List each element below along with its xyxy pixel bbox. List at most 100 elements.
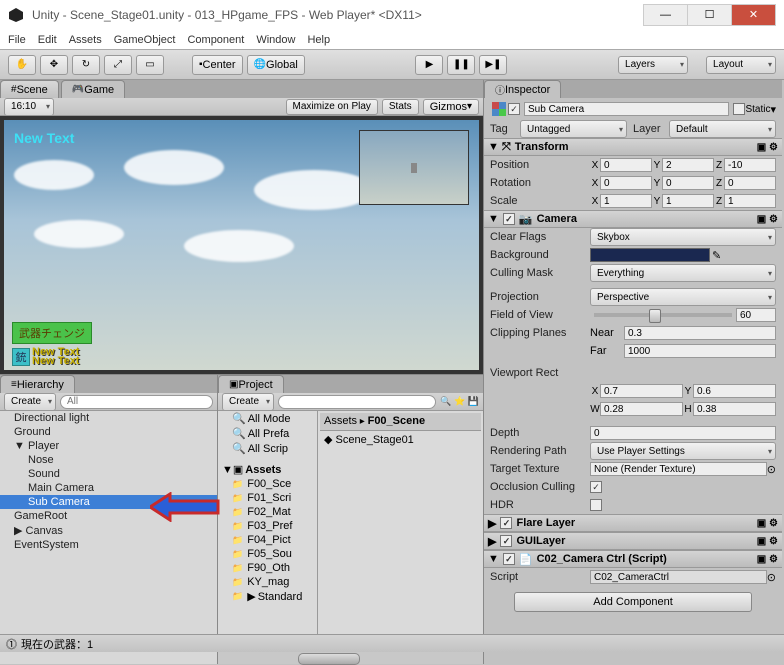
hierarchy-search[interactable]: [60, 395, 213, 409]
pos-z[interactable]: [724, 158, 776, 172]
near-field[interactable]: [624, 326, 776, 340]
pos-x[interactable]: [600, 158, 652, 172]
play-button[interactable]: ▶: [415, 55, 443, 75]
flarelayer-header[interactable]: ▶ Flare Layer▣ ⚙: [484, 514, 782, 532]
game-toolbar: 16:10 Maximize on Play Stats Gizmos ▾: [0, 98, 483, 116]
hierarchy-item[interactable]: Ground: [0, 425, 217, 439]
camera-header[interactable]: ▼ 📷 Camera▣ ⚙: [484, 210, 782, 228]
maximize-on-play[interactable]: Maximize on Play: [286, 99, 378, 115]
pivot-center-button[interactable]: ▪ Center: [192, 55, 243, 75]
layout-dropdown[interactable]: Layout: [706, 56, 776, 74]
asset-item[interactable]: ◆ Scene_Stage01: [320, 431, 481, 448]
layer-dropdown[interactable]: Default: [669, 120, 776, 138]
hierarchy-item[interactable]: Nose: [0, 453, 217, 467]
background-color[interactable]: [590, 248, 710, 262]
tab-inspector[interactable]: ⓘ Inspector: [484, 80, 561, 98]
hierarchy-list[interactable]: Directional light Ground ▼ Player Nose S…: [0, 411, 217, 664]
vp-x[interactable]: [600, 384, 683, 398]
gear-icon[interactable]: ▣ ⚙: [757, 214, 778, 225]
pivot-global-button[interactable]: 🌐 Global: [247, 55, 305, 75]
guilayer-header[interactable]: ▶ GUILayer▣ ⚙: [484, 532, 782, 550]
add-component-button[interactable]: Add Component: [514, 592, 752, 612]
rotate-tool[interactable]: ↻: [72, 55, 100, 75]
pos-y[interactable]: [662, 158, 714, 172]
layers-dropdown[interactable]: Layers: [618, 56, 688, 74]
projection-dropdown[interactable]: Perspective: [590, 288, 776, 306]
menu-component[interactable]: Component: [187, 34, 244, 46]
scale-tool[interactable]: ⤢: [104, 55, 132, 75]
move-tool[interactable]: ✥: [40, 55, 68, 75]
rot-x[interactable]: [600, 176, 652, 190]
rot-z[interactable]: [724, 176, 776, 190]
menu-file[interactable]: File: [8, 34, 26, 46]
sub-camera-preview: [359, 130, 469, 205]
gear-icon[interactable]: ▣ ⚙: [757, 554, 778, 565]
tab-hierarchy[interactable]: ≡ Hierarchy: [0, 375, 75, 393]
gear-icon[interactable]: ▣ ⚙: [757, 518, 778, 529]
weapon-icon: 銃: [12, 348, 30, 366]
tab-project[interactable]: ▣ Project: [218, 375, 284, 393]
menu-help[interactable]: Help: [307, 34, 330, 46]
breadcrumb[interactable]: Assets ▸ F00_Scene: [320, 413, 481, 431]
weapon-change-badge: 武器チェンジ: [12, 322, 92, 344]
menu-gameobject[interactable]: GameObject: [114, 34, 176, 46]
hierarchy-create[interactable]: Create: [4, 393, 56, 411]
tab-game[interactable]: 🎮 Game: [61, 80, 125, 98]
cullingmask-dropdown[interactable]: Everything: [590, 264, 776, 282]
gear-icon[interactable]: ▣ ⚙: [757, 536, 778, 547]
hierarchy-item[interactable]: Sound: [0, 467, 217, 481]
hand-tool[interactable]: ✋: [8, 55, 36, 75]
rot-y[interactable]: [662, 176, 714, 190]
tag-dropdown[interactable]: Untagged: [520, 120, 627, 138]
unity-icon: [8, 7, 24, 23]
hierarchy-item[interactable]: ▶ Canvas: [0, 523, 217, 538]
renderpath-dropdown[interactable]: Use Player Settings: [590, 442, 776, 460]
pause-button[interactable]: ❚❚: [447, 55, 475, 75]
hdr-checkbox[interactable]: [590, 499, 602, 511]
fov-slider[interactable]: [594, 313, 732, 317]
menu-assets[interactable]: Assets: [69, 34, 102, 46]
hierarchy-item[interactable]: EventSystem: [0, 538, 217, 552]
main-toolbar: ✋ ✥ ↻ ⤢ ▭ ▪ Center 🌐 Global ▶ ❚❚ ▶❚ Laye…: [0, 50, 784, 80]
vp-h[interactable]: [693, 402, 776, 416]
statusbar: 現在の武器：1: [0, 634, 784, 652]
depth-field[interactable]: [590, 426, 776, 440]
object-name-field[interactable]: [524, 102, 729, 116]
stats-button[interactable]: Stats: [382, 99, 419, 115]
gear-icon[interactable]: ▣ ⚙: [757, 142, 778, 153]
menu-window[interactable]: Window: [256, 34, 295, 46]
vp-y[interactable]: [693, 384, 776, 398]
step-button[interactable]: ▶❚: [479, 55, 507, 75]
inspector-panel: Static ▾ Tag Untagged Layer Default ▼ ⤧ …: [484, 98, 782, 664]
gizmos-button[interactable]: Gizmos ▾: [423, 99, 479, 115]
maximize-button[interactable]: ☐: [687, 4, 732, 26]
vp-w[interactable]: [600, 402, 683, 416]
clearflags-dropdown[interactable]: Skybox: [590, 228, 776, 246]
window-title: Unity - Scene_Stage01.unity - 013_HPgame…: [32, 8, 644, 22]
menu-edit[interactable]: Edit: [38, 34, 57, 46]
scl-y[interactable]: [662, 194, 714, 208]
hierarchy-item[interactable]: Directional light: [0, 411, 217, 425]
project-panel: ▣ Project Create 🔍 ⭐ 💾 🔍All Mode 🔍All Pr…: [218, 375, 483, 664]
tab-scene[interactable]: # Scene: [0, 80, 59, 98]
project-create[interactable]: Create: [222, 393, 274, 411]
close-button[interactable]: ✕: [731, 4, 776, 26]
rect-tool[interactable]: ▭: [136, 55, 164, 75]
occlusion-checkbox[interactable]: [590, 481, 602, 493]
project-scrollbar[interactable]: [218, 650, 483, 664]
hierarchy-item[interactable]: ▼ Player: [0, 439, 217, 453]
aspect-dropdown[interactable]: 16:10: [4, 98, 54, 116]
fov-field[interactable]: [736, 308, 776, 322]
minimize-button[interactable]: —: [643, 4, 688, 26]
far-field[interactable]: [624, 344, 776, 358]
project-tree[interactable]: 🔍All Mode 🔍All Prefa 🔍All Scrip ▼▣ Asset…: [218, 411, 318, 650]
static-checkbox[interactable]: [733, 103, 745, 115]
active-checkbox[interactable]: [508, 103, 520, 115]
scl-z[interactable]: [724, 194, 776, 208]
transform-header[interactable]: ▼ ⤧ Transform▣ ⚙: [484, 138, 782, 156]
targettex-field[interactable]: [590, 462, 767, 476]
scl-x[interactable]: [600, 194, 652, 208]
script-field[interactable]: [590, 570, 767, 584]
project-search[interactable]: [278, 395, 436, 409]
script-header[interactable]: ▼ 📄 C02_Camera Ctrl (Script)▣ ⚙: [484, 550, 782, 568]
